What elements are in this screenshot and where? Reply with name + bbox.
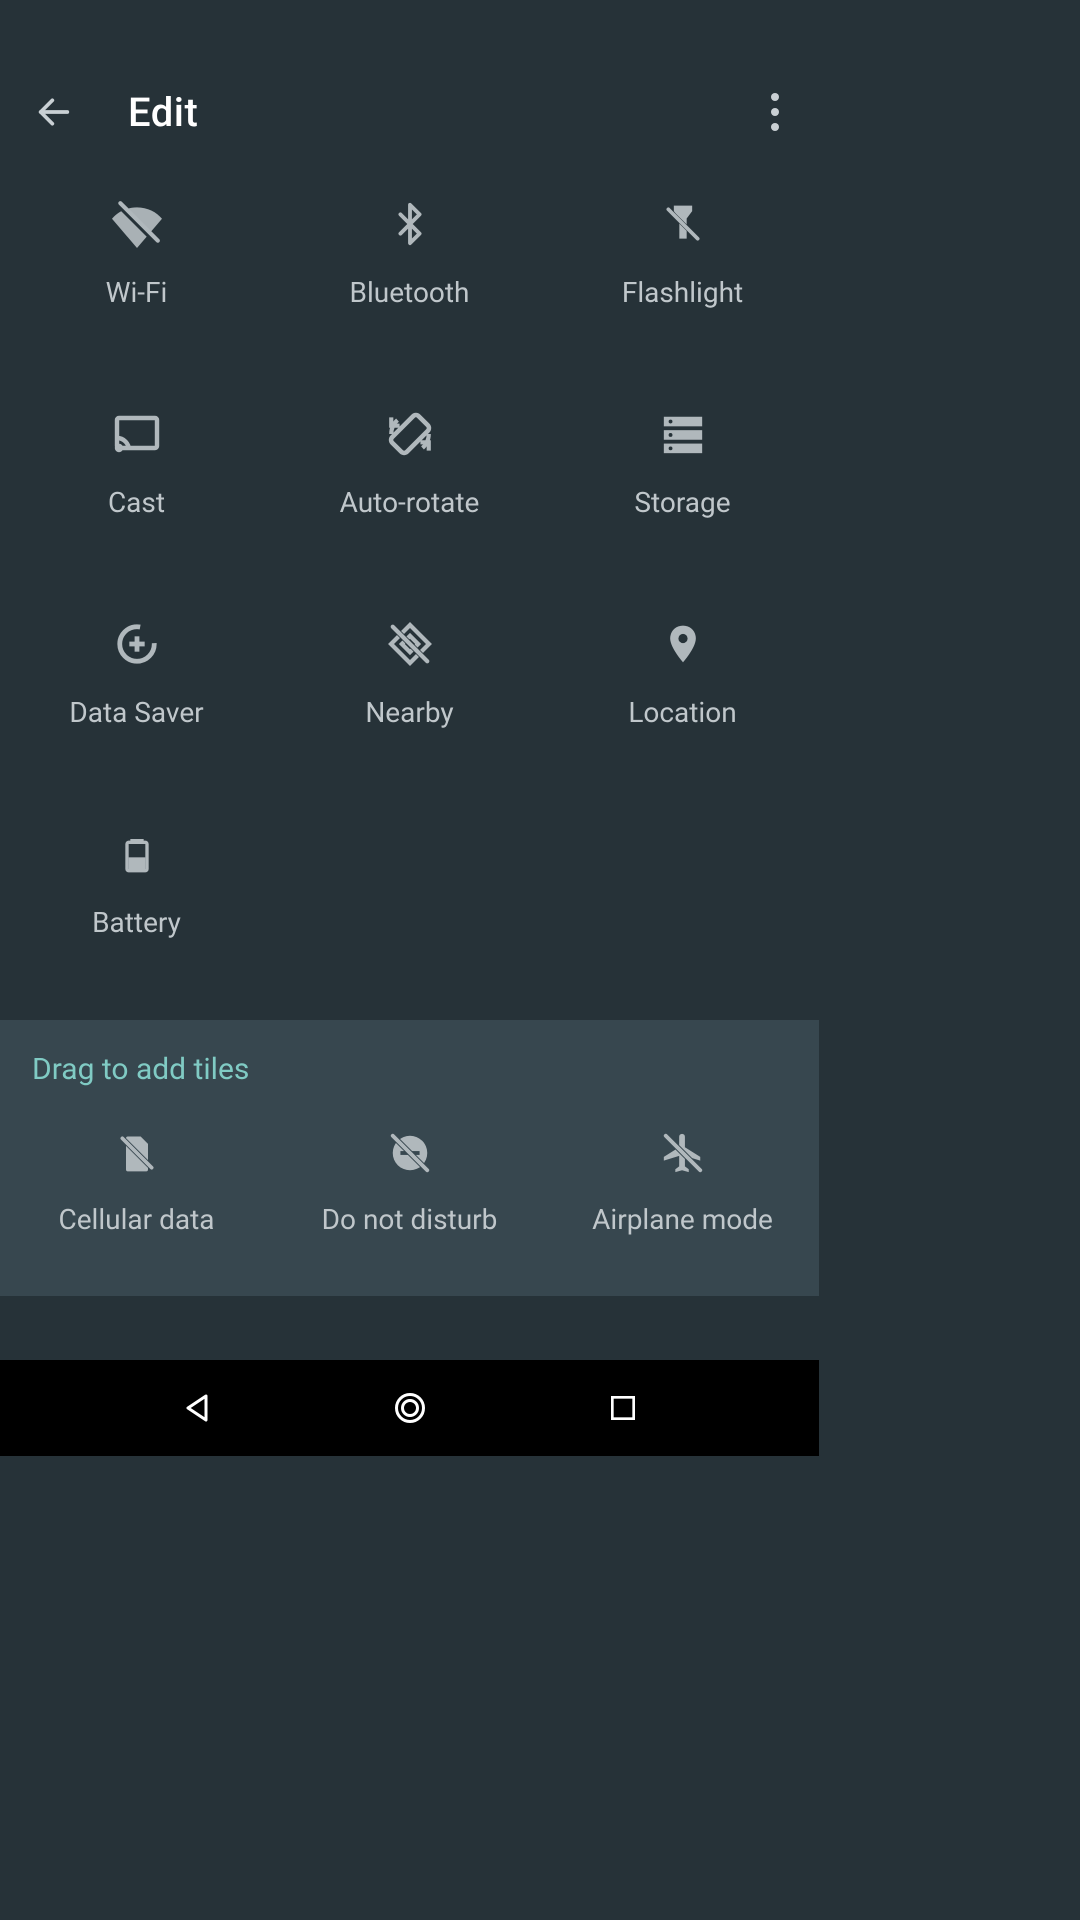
tile-label: Nearby xyxy=(365,696,453,729)
tile-bluetooth[interactable]: Bluetooth xyxy=(273,180,546,390)
drag-tile-cellular-data[interactable]: Cellular data xyxy=(0,1105,273,1236)
navigation-bar xyxy=(0,1360,819,1456)
tile-wifi[interactable]: Wi-Fi xyxy=(0,180,273,390)
page-title: Edit xyxy=(128,89,751,136)
nav-home-icon xyxy=(392,1390,428,1426)
tile-label: Storage xyxy=(634,486,730,519)
tile-flashlight[interactable]: Flashlight xyxy=(546,180,819,390)
wifi-off-icon xyxy=(109,196,165,252)
location-icon xyxy=(655,616,711,672)
auto-rotate-icon xyxy=(382,406,438,462)
nav-recents-icon xyxy=(607,1392,639,1424)
app-bar: Edit xyxy=(0,56,819,168)
tile-cast[interactable]: Cast xyxy=(0,390,273,600)
tile-label: Bluetooth xyxy=(350,276,470,309)
tile-label: Flashlight xyxy=(622,276,743,309)
nearby-off-icon xyxy=(382,616,438,672)
tile-label: Battery xyxy=(92,906,181,939)
arrow-left-icon xyxy=(34,92,74,132)
tile-nearby[interactable]: Nearby xyxy=(273,600,546,810)
tile-label: Cellular data xyxy=(58,1203,214,1236)
data-saver-icon xyxy=(109,616,165,672)
nav-recents-button[interactable] xyxy=(593,1378,653,1438)
nav-home-button[interactable] xyxy=(380,1378,440,1438)
tile-storage[interactable]: Storage xyxy=(546,390,819,600)
bluetooth-icon xyxy=(382,196,438,252)
tile-label: Location xyxy=(628,696,736,729)
storage-icon xyxy=(655,406,711,462)
tile-label: Wi-Fi xyxy=(106,276,168,309)
tile-label: Cast xyxy=(108,486,165,519)
nav-back-icon xyxy=(179,1390,215,1426)
more-vert-icon xyxy=(771,93,779,131)
active-tiles-area: Wi-Fi Bluetooth Flashlight Cast Auto-rot xyxy=(0,168,819,1020)
sim-off-icon xyxy=(109,1125,165,1181)
dnd-off-icon xyxy=(382,1125,438,1181)
airplane-off-icon xyxy=(655,1125,711,1181)
nav-back-button[interactable] xyxy=(167,1378,227,1438)
tile-label: Do not disturb xyxy=(322,1203,498,1236)
back-button[interactable] xyxy=(30,88,78,136)
tile-label: Data Saver xyxy=(69,696,203,729)
drag-tile-airplane[interactable]: Airplane mode xyxy=(546,1105,819,1236)
drag-tile-dnd[interactable]: Do not disturb xyxy=(273,1105,546,1236)
flashlight-off-icon xyxy=(655,196,711,252)
tile-auto-rotate[interactable]: Auto-rotate xyxy=(273,390,546,600)
tile-location[interactable]: Location xyxy=(546,600,819,810)
status-bar xyxy=(0,0,819,56)
cast-icon xyxy=(109,406,165,462)
tile-battery[interactable]: Battery xyxy=(0,810,273,1020)
overflow-menu-button[interactable] xyxy=(751,88,799,136)
tile-label: Auto-rotate xyxy=(340,486,480,519)
tile-label: Airplane mode xyxy=(592,1203,773,1236)
drag-to-add-section: Drag to add tiles Cellular data Do not d… xyxy=(0,1020,819,1296)
tile-data-saver[interactable]: Data Saver xyxy=(0,600,273,810)
battery-icon xyxy=(109,826,165,882)
drag-section-title: Drag to add tiles xyxy=(0,1020,819,1105)
